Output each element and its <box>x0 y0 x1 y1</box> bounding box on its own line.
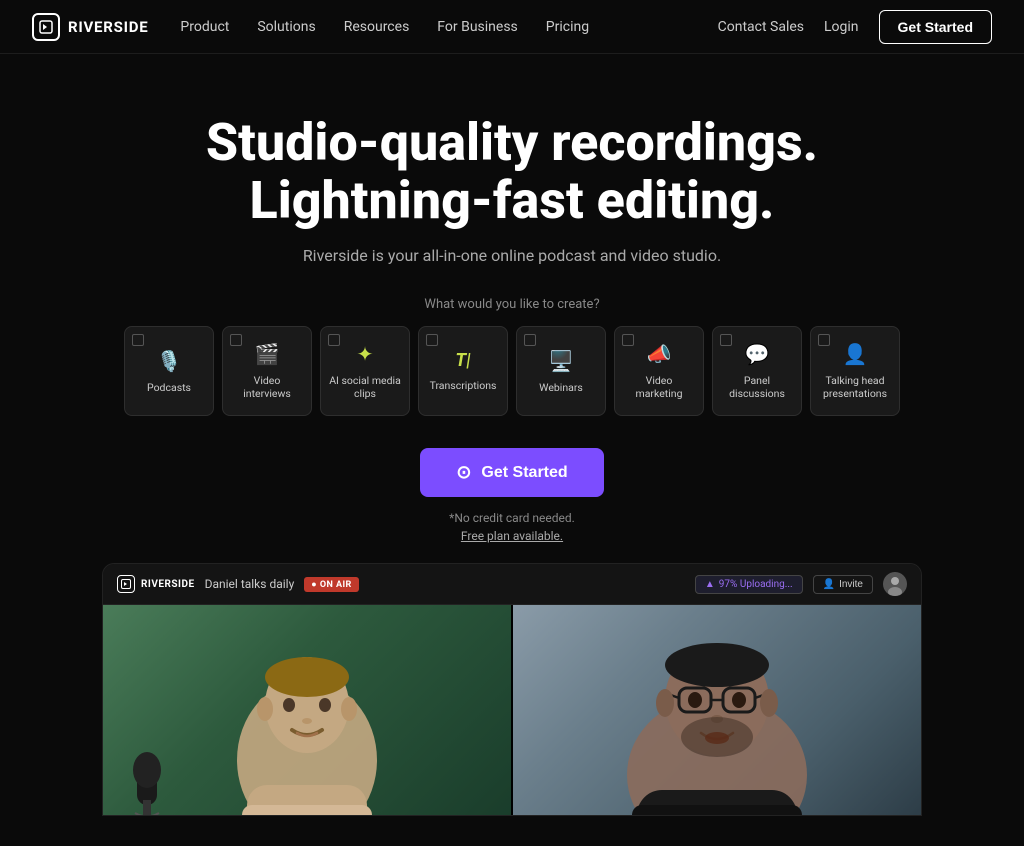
card-ai-clips[interactable]: ✦ AI social media clips <box>320 326 410 416</box>
nav-item-for-business[interactable]: For Business <box>437 19 517 35</box>
card-talking-head[interactable]: 👤 Talking head presentations <box>810 326 900 416</box>
demo-upload-badge: ▲ 97% Uploading... <box>695 575 803 594</box>
hero-title: Studio-quality recordings. Lightning-fas… <box>206 114 818 230</box>
card-podcasts[interactable]: 🎙️ Podcasts <box>124 326 214 416</box>
invite-icon: 👤 <box>823 579 835 590</box>
transcription-icon: T| <box>455 350 470 371</box>
card-video-interviews[interactable]: 🎬 Video interviews <box>222 326 312 416</box>
free-plan-link[interactable]: Free plan available. <box>461 529 563 543</box>
card-panel-discussions[interactable]: 💬 Panel discussions <box>712 326 802 416</box>
ai-clips-icon: ✦ <box>357 342 374 366</box>
card-label-transcriptions: Transcriptions <box>430 379 497 393</box>
talking-head-icon: 👤 <box>843 342 868 366</box>
nav-links: Product Solutions Resources For Business… <box>180 19 717 35</box>
card-checkbox-panel-discussions <box>720 334 732 346</box>
hero-title-line1: Studio-quality recordings. <box>206 112 818 173</box>
hero-section: Studio-quality recordings. Lightning-fas… <box>0 54 1024 846</box>
card-transcriptions[interactable]: T| Transcriptions <box>418 326 508 416</box>
card-label-video-marketing: Video marketing <box>621 374 697 401</box>
demo-video-grid <box>103 605 921 815</box>
nav-right: Contact Sales Login Get Started <box>718 10 992 44</box>
panel-icon: 💬 <box>745 342 770 366</box>
card-label-panel-discussions: Panel discussions <box>719 374 795 401</box>
card-label-webinars: Webinars <box>539 381 583 395</box>
cta-label: Get Started <box>481 464 567 482</box>
nav-item-solutions[interactable]: Solutions <box>257 19 315 35</box>
card-video-marketing[interactable]: 📣 Video marketing <box>614 326 704 416</box>
demo-session-name: Daniel talks daily <box>205 577 295 591</box>
demo-video-left <box>103 605 511 815</box>
card-checkbox-transcriptions <box>426 334 438 346</box>
login-link[interactable]: Login <box>824 19 859 35</box>
card-checkbox-talking-head <box>818 334 830 346</box>
nav-item-product[interactable]: Product <box>180 19 229 35</box>
demo-panel: RIVERSIDE Daniel talks daily ● ON AIR ▲ … <box>102 563 922 816</box>
cta-icon: ⊙ <box>456 462 471 483</box>
demo-logo: RIVERSIDE <box>117 575 195 593</box>
demo-invite-button[interactable]: 👤 Invite <box>813 575 873 594</box>
demo-topbar-right: ▲ 97% Uploading... 👤 Invite <box>695 572 907 596</box>
card-webinars[interactable]: 🖥️ Webinars <box>516 326 606 416</box>
nav-item-resources[interactable]: Resources <box>344 19 410 35</box>
demo-topbar: RIVERSIDE Daniel talks daily ● ON AIR ▲ … <box>103 564 921 605</box>
contact-sales-link[interactable]: Contact Sales <box>718 19 804 35</box>
card-label-podcasts: Podcasts <box>147 381 191 395</box>
webinar-icon: 🖥️ <box>549 349 574 373</box>
hero-subtitle: Riverside is your all-in-one online podc… <box>303 246 721 265</box>
what-create-label: What would you like to create? <box>424 297 599 312</box>
card-checkbox-podcasts <box>132 334 144 346</box>
create-card-row: 🎙️ Podcasts 🎬 Video interviews ✦ AI soci… <box>124 326 900 416</box>
card-checkbox-video-interviews <box>230 334 242 346</box>
upload-text: 97% Uploading... <box>719 579 793 590</box>
microphone-icon: 🎙️ <box>157 349 182 373</box>
marketing-icon: 📣 <box>647 342 672 366</box>
cta-note: *No credit card needed. <box>449 511 575 525</box>
demo-on-air-badge: ● ON AIR <box>304 577 359 592</box>
card-label-video-interviews: Video interviews <box>229 374 305 401</box>
demo-video-right <box>513 605 921 815</box>
nav-item-pricing[interactable]: Pricing <box>546 19 589 35</box>
demo-logo-icon <box>117 575 135 593</box>
logo-icon <box>32 13 60 41</box>
invite-label: Invite <box>839 579 863 590</box>
demo-user-avatar <box>883 572 907 596</box>
logo-text: RIVERSIDE <box>68 18 148 36</box>
card-checkbox-ai-clips <box>328 334 340 346</box>
card-checkbox-video-marketing <box>622 334 634 346</box>
upload-icon: ▲ <box>705 579 715 590</box>
navigation: RIVERSIDE Product Solutions Resources Fo… <box>0 0 1024 54</box>
get-started-button[interactable]: ⊙ Get Started <box>420 448 603 497</box>
logo[interactable]: RIVERSIDE <box>32 13 148 41</box>
card-label-ai-clips: AI social media clips <box>327 374 403 401</box>
card-label-talking-head: Talking head presentations <box>817 374 893 401</box>
card-checkbox-webinars <box>524 334 536 346</box>
video-icon: 🎬 <box>255 342 280 366</box>
hero-title-line2: Lightning-fast editing. <box>250 170 775 231</box>
nav-get-started-button[interactable]: Get Started <box>879 10 992 44</box>
demo-logo-text: RIVERSIDE <box>141 579 195 590</box>
